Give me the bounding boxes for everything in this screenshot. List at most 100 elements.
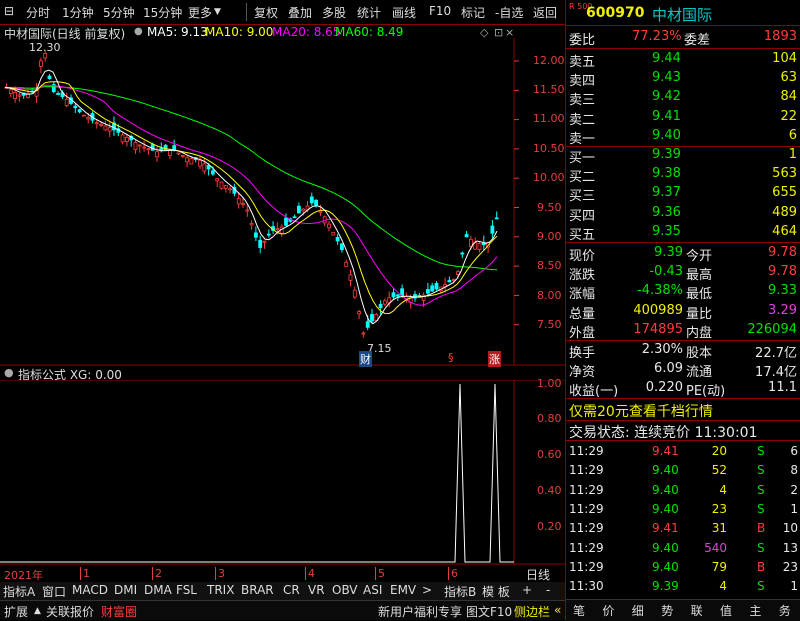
- period-label[interactable]: 日线: [526, 566, 550, 583]
- ask-row[interactable]: 卖五 9.44 104: [566, 50, 800, 70]
- double-chevron-left-icon[interactable]: «: [554, 603, 561, 617]
- candle-body: [262, 240, 267, 243]
- tab-macd[interactable]: MACD: [72, 583, 108, 597]
- panel-nav-tab[interactable]: 势: [661, 602, 673, 619]
- candle-body: [8, 89, 13, 95]
- panel-nav-tab[interactable]: 细: [632, 602, 644, 619]
- tab-indicator-b[interactable]: 指标B: [444, 583, 476, 600]
- level-label: 买二: [569, 170, 596, 186]
- bid-row[interactable]: 买一 9.39 1: [566, 146, 800, 166]
- trade-status: 交易状态: 连续竞价 11:30:01: [569, 425, 758, 441]
- tab-extend[interactable]: 扩展: [4, 603, 28, 620]
- tab-indicator-a[interactable]: 指标A: [3, 583, 35, 600]
- kline-chart[interactable]: [0, 38, 565, 368]
- tab-5min[interactable]: 5分钟: [103, 4, 135, 21]
- quote-value: 400989: [633, 302, 683, 318]
- ask-row[interactable]: 卖四 9.43 63: [566, 69, 800, 89]
- settings-dot-icon[interactable]: ●: [134, 26, 143, 37]
- tick-price: 9.40: [652, 559, 679, 574]
- ask-row[interactable]: 卖三 9.42 84: [566, 88, 800, 108]
- quote-label: 今开: [686, 249, 713, 264]
- tick-direction: S: [757, 579, 765, 594]
- overlay-button[interactable]: 叠加: [288, 4, 312, 21]
- minimize-icon[interactable]: ⊟: [4, 4, 14, 18]
- tab-window[interactable]: 窗口: [42, 583, 66, 600]
- candle-body: [477, 243, 482, 250]
- draw-line-button[interactable]: 画线: [392, 4, 416, 21]
- candle-body: [494, 217, 499, 220]
- bid-row[interactable]: 买五 9.35 464: [566, 223, 800, 243]
- tab-related-quotes[interactable]: 关联报价: [46, 603, 94, 620]
- ma5-line: [4, 69, 498, 325]
- candle-body: [357, 311, 362, 315]
- sidebar-button[interactable]: 侧边栏: [514, 603, 550, 620]
- bid-row[interactable]: 买三 9.37 655: [566, 184, 800, 204]
- statistics-button[interactable]: 统计: [357, 4, 381, 21]
- panel-nav-tab[interactable]: 务: [779, 602, 791, 619]
- ma10-label: MA10: 9.00: [205, 25, 274, 39]
- tab-trix[interactable]: TRIX: [207, 583, 234, 597]
- add-icon[interactable]: +: [522, 583, 532, 597]
- panel-nav-tab[interactable]: 联: [691, 602, 703, 619]
- tick-time: 11:29: [569, 482, 604, 497]
- promo-link[interactable]: 仅需20元查看千档行情: [569, 401, 713, 421]
- tick-volume: 4: [719, 482, 727, 497]
- tab-15min[interactable]: 15分钟: [143, 4, 182, 21]
- candle-body: [228, 188, 233, 191]
- candle-body: [352, 289, 357, 298]
- indicator-tick: 1.00: [537, 377, 562, 390]
- tick-direction: S: [757, 540, 765, 555]
- f10-button[interactable]: F10: [429, 4, 451, 18]
- tick-count: 13: [782, 540, 798, 555]
- level-price: 9.36: [652, 204, 681, 220]
- tab-vr[interactable]: VR: [308, 583, 325, 597]
- tab-obv[interactable]: OBV: [332, 583, 358, 597]
- ask-row[interactable]: 卖二 9.41 22: [566, 108, 800, 128]
- section-marker[interactable]: §: [448, 351, 454, 364]
- bid-row[interactable]: 买二 9.38 563: [566, 165, 800, 186]
- remove-icon[interactable]: -: [546, 583, 550, 597]
- panel-nav-tab[interactable]: 价: [602, 602, 614, 619]
- settings-dot-icon[interactable]: ●: [4, 366, 14, 379]
- tab-asi[interactable]: ASI: [363, 583, 382, 597]
- chevron-right-icon[interactable]: >: [422, 583, 432, 597]
- tab-intraday[interactable]: 分时: [26, 4, 50, 21]
- limit-up-marker[interactable]: 涨: [488, 351, 501, 367]
- month-label: 3: [215, 567, 225, 580]
- tab-fsl[interactable]: FSL: [176, 583, 197, 597]
- f10-text-button[interactable]: 图文F10: [466, 603, 512, 620]
- watchlist-button[interactable]: -自选: [495, 4, 523, 21]
- panel-nav-tab[interactable]: 笔: [573, 602, 585, 619]
- tab-cr[interactable]: CR: [283, 583, 300, 597]
- candle-body: [180, 155, 185, 157]
- candle-body: [107, 127, 112, 132]
- panel-nav-tab[interactable]: 值: [720, 602, 732, 619]
- back-button[interactable]: 返回: [533, 4, 557, 21]
- tab-emv[interactable]: EMV: [390, 583, 416, 597]
- tab-template[interactable]: 模 板: [482, 583, 510, 600]
- quote-label: 最高: [686, 268, 713, 284]
- year-label: 2021年: [4, 569, 43, 582]
- tick-direction: S: [757, 444, 765, 458]
- tab-more[interactable]: 更多: [188, 4, 212, 21]
- panel-nav-tab[interactable]: 主: [749, 602, 761, 619]
- tab-brar[interactable]: BRAR: [241, 583, 274, 597]
- indicator-chart[interactable]: [0, 380, 565, 566]
- ma60-label: MA60: 8.49: [335, 25, 404, 39]
- new-user-promo-link[interactable]: 新用户福利专享: [378, 603, 462, 620]
- multi-stock-button[interactable]: 多股: [322, 4, 346, 21]
- tab-dma[interactable]: DMA: [144, 583, 172, 597]
- tab-1min[interactable]: 1分钟: [62, 4, 94, 21]
- tab-dmi[interactable]: DMI: [114, 583, 137, 597]
- restore-rights-button[interactable]: 复权: [254, 4, 278, 21]
- finance-marker[interactable]: 财: [359, 351, 372, 367]
- tab-wealth-circle[interactable]: 财富圈: [101, 603, 137, 620]
- candle-body: [292, 216, 297, 219]
- tick-volume: 31: [711, 521, 727, 536]
- ask-row[interactable]: 卖一 9.40 6: [566, 127, 800, 147]
- ma60-line: [5, 86, 498, 271]
- mark-button[interactable]: 标记: [461, 4, 485, 21]
- level-label: 卖五: [569, 55, 596, 70]
- bid-row[interactable]: 买四 9.36 489: [566, 204, 800, 224]
- tick-price: 9.40: [652, 501, 679, 516]
